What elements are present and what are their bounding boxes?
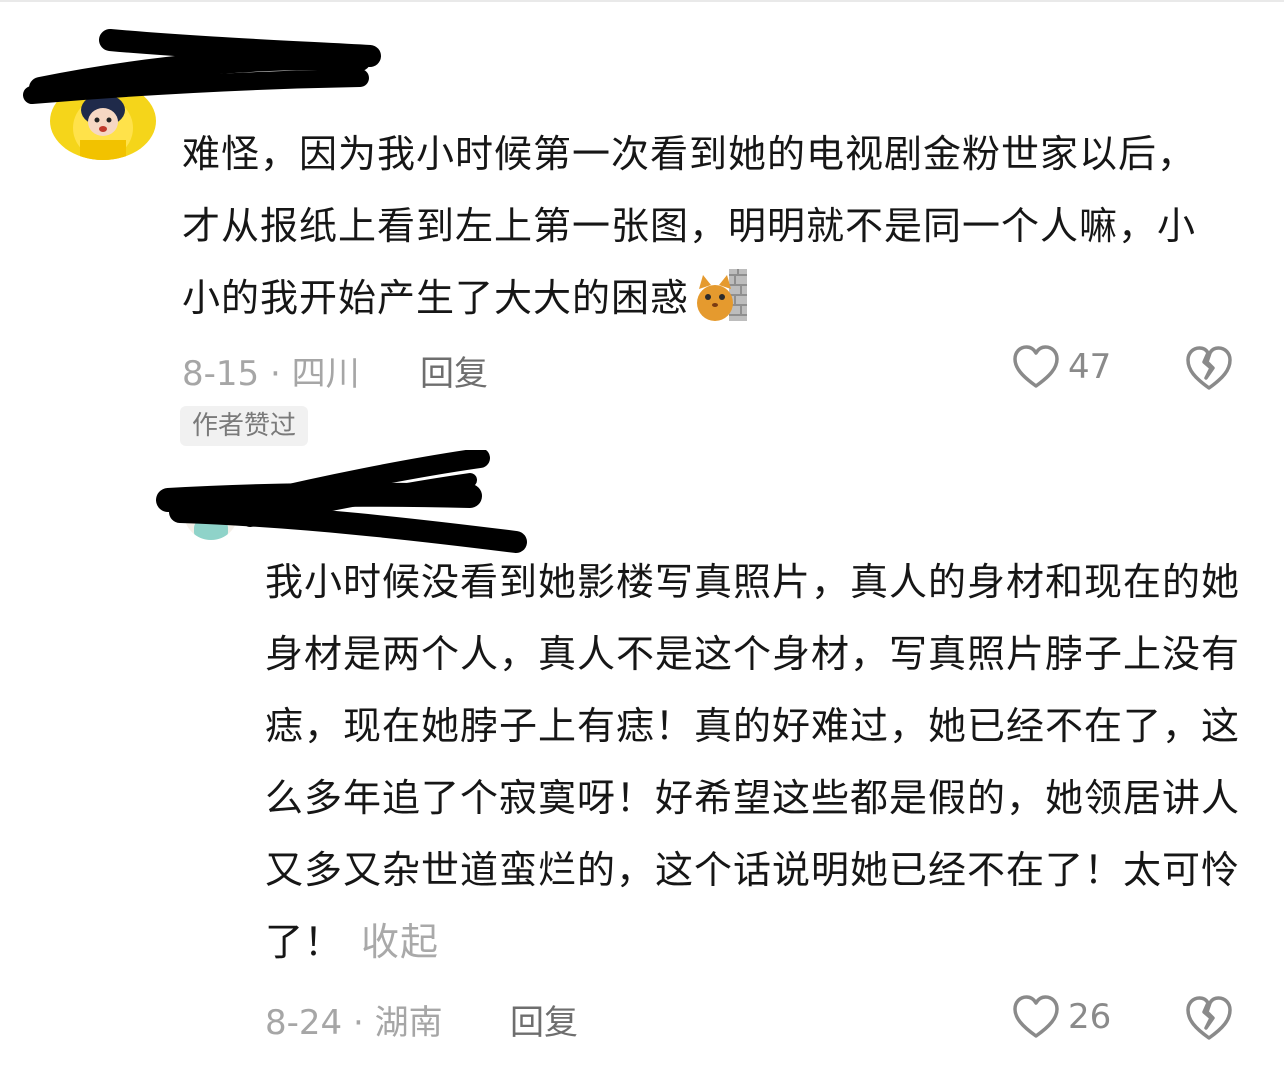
like-count: 26 [1068,997,1112,1037]
heart-icon [1013,995,1059,1038]
comment-2: 我小时候没看到她影楼写真照片，真人的身材和现在的她身材是两个人，真人不是这个身材… [0,450,1284,1078]
like-button[interactable]: 26 [1012,994,1111,1040]
like-count: 47 [1068,347,1112,387]
author-liked-badge: 作者赞过 [180,406,309,446]
heart-icon [1013,345,1059,388]
broken-heart-icon[interactable] [1184,994,1234,1042]
comment-text: 我小时候没看到她影楼写真照片，真人的身材和现在的她身材是两个人，真人不是这个身材… [265,560,1241,964]
comment-date-location: 8-15 · 四川 [182,354,360,394]
collapse-link[interactable]: 收起 [361,920,439,964]
comment-text: 难怪，因为我小时候第一次看到她的电视剧金粉世家以后，才从报纸上看到左上第一张图，… [182,132,1197,321]
reply-button[interactable]: 回复 [510,995,578,1044]
avatar[interactable] [50,82,156,160]
comment-1: 难怪，因为我小时候第一次看到她的电视剧金粉世家以后，才从报纸上看到左上第一张图，… [0,0,1284,450]
avatar[interactable] [184,486,238,540]
cat-behind-wall-icon [695,269,748,321]
comment-date-location: 8-24 · 湖南 [265,1003,443,1043]
like-button[interactable]: 47 [1012,344,1111,390]
reply-button[interactable]: 回复 [420,346,488,395]
broken-heart-icon[interactable] [1184,344,1234,392]
